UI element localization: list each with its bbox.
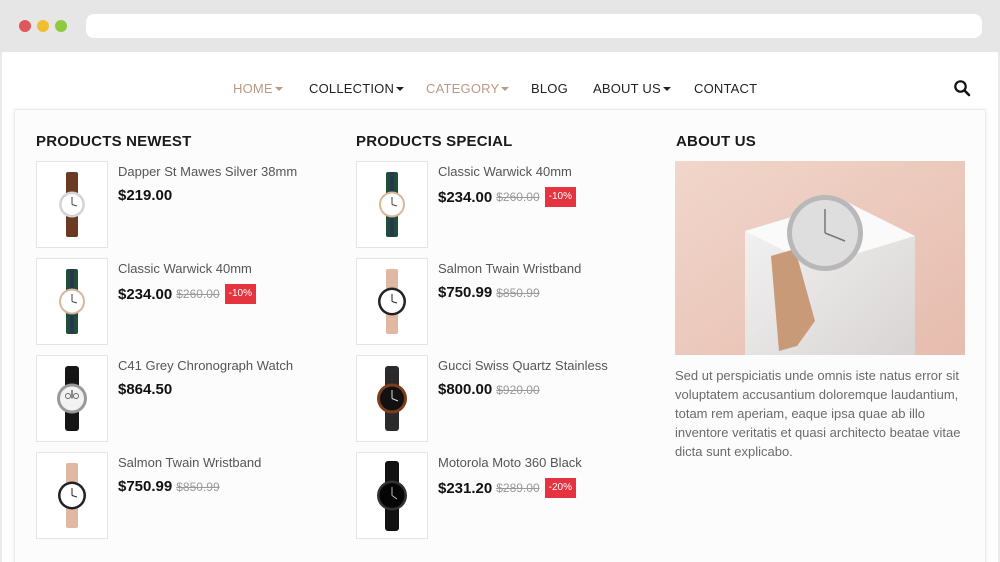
product-price: $750.99 bbox=[118, 478, 173, 495]
mega-menu-dropdown: PRODUCTS NEWEST Dapper St Mawes Silver 3… bbox=[14, 109, 986, 562]
price-row: $750.99 $850.99 bbox=[438, 284, 540, 301]
watch-chronograph-image bbox=[57, 366, 87, 431]
watch-mesh-strap-image bbox=[58, 463, 86, 528]
product-old-price: $260.00 bbox=[176, 287, 220, 301]
product-thumbnail[interactable] bbox=[36, 161, 108, 248]
search-icon[interactable] bbox=[953, 79, 971, 97]
nav-item-label: COLLECTION bbox=[309, 81, 395, 96]
nav-item-label: HOME bbox=[233, 81, 273, 96]
close-window-dot[interactable] bbox=[19, 20, 31, 32]
caret-down-icon bbox=[501, 87, 510, 91]
product-price: $234.00 bbox=[438, 188, 493, 206]
nav-item-about-us[interactable]: ABOUT US bbox=[593, 81, 671, 96]
discount-badge: -20% bbox=[544, 478, 576, 498]
about-us-image bbox=[675, 161, 965, 355]
watch-brown-strap-image bbox=[59, 172, 85, 237]
product-name[interactable]: Salmon Twain Wristband bbox=[438, 261, 581, 276]
product-card[interactable]: Salmon Twain Wristband $750.99 $850.99 bbox=[36, 452, 336, 540]
product-thumbnail[interactable] bbox=[356, 258, 428, 345]
product-name[interactable]: Gucci Swiss Quartz Stainless bbox=[438, 358, 608, 373]
product-name[interactable]: Classic Warwick 40mm bbox=[438, 164, 572, 179]
main-nav: HOME COLLECTION CATEGORY BLOG ABOUT US C… bbox=[2, 52, 998, 108]
price-row: $231.20 $289.00 -20% bbox=[438, 478, 576, 498]
maximize-window-dot[interactable] bbox=[55, 20, 67, 32]
product-old-price: $850.99 bbox=[176, 479, 220, 494]
nav-item-label: BLOG bbox=[531, 81, 568, 96]
page: HOME COLLECTION CATEGORY BLOG ABOUT US C… bbox=[2, 52, 998, 562]
nav-item-label: ABOUT US bbox=[593, 81, 661, 96]
product-price: $219.00 bbox=[118, 187, 173, 204]
nav-item-home[interactable]: HOME bbox=[233, 81, 283, 96]
product-card[interactable]: Classic Warwick 40mm $234.00 $260.00 -10… bbox=[356, 161, 656, 249]
discount-badge: -10% bbox=[224, 284, 256, 304]
nav-item-blog[interactable]: BLOG bbox=[531, 81, 568, 96]
nav-item-label: CONTACT bbox=[694, 81, 758, 96]
product-card[interactable]: Salmon Twain Wristband $750.99 $850.99 bbox=[356, 258, 656, 346]
smartwatch-black-image bbox=[377, 461, 407, 531]
product-card[interactable]: Dapper St Mawes Silver 38mm $219.00 bbox=[36, 161, 336, 249]
price-row: $234.00 $260.00 -10% bbox=[118, 284, 256, 304]
about-us-title: ABOUT US bbox=[676, 133, 756, 150]
caret-down-icon bbox=[396, 87, 405, 91]
products-newest-title: PRODUCTS NEWEST bbox=[36, 133, 192, 150]
about-us-text: Sed ut perspiciatis unde omnis iste natu… bbox=[675, 368, 961, 459]
product-thumbnail[interactable] bbox=[356, 355, 428, 442]
price-row: $219.00 bbox=[118, 187, 172, 204]
product-card[interactable]: Gucci Swiss Quartz Stainless $800.00 $92… bbox=[356, 355, 656, 443]
address-bar[interactable] bbox=[86, 14, 982, 38]
product-price: $864.50 bbox=[118, 381, 173, 398]
product-old-price: $920.00 bbox=[496, 382, 540, 397]
product-thumbnail[interactable] bbox=[36, 452, 108, 539]
product-thumbnail[interactable] bbox=[356, 452, 428, 539]
product-card[interactable]: Motorola Moto 360 Black $231.20 $289.00 … bbox=[356, 452, 656, 540]
price-row: $234.00 $260.00 -10% bbox=[438, 187, 576, 207]
price-row: $750.99 $850.99 bbox=[118, 478, 220, 495]
product-price: $231.20 bbox=[438, 479, 493, 497]
nav-item-contact[interactable]: CONTACT bbox=[694, 81, 757, 96]
watch-black-dial-image bbox=[377, 366, 407, 431]
nav-item-label: CATEGORY bbox=[426, 81, 500, 96]
product-name[interactable]: Salmon Twain Wristband bbox=[118, 455, 261, 470]
product-name[interactable]: Motorola Moto 360 Black bbox=[438, 455, 582, 470]
price-row: $864.50 bbox=[118, 381, 172, 398]
price-row: $800.00 $920.00 bbox=[438, 381, 540, 398]
product-old-price: $289.00 bbox=[496, 481, 540, 495]
product-thumbnail[interactable] bbox=[36, 355, 108, 442]
nav-item-category[interactable]: CATEGORY bbox=[426, 81, 510, 96]
product-name[interactable]: Dapper St Mawes Silver 38mm bbox=[118, 164, 297, 179]
product-card[interactable]: Classic Warwick 40mm $234.00 $260.00 -10… bbox=[36, 258, 336, 346]
caret-down-icon bbox=[662, 87, 671, 91]
product-thumbnail[interactable] bbox=[356, 161, 428, 248]
product-price: $800.00 bbox=[438, 381, 493, 398]
watch-mesh-strap-image bbox=[378, 269, 406, 334]
product-thumbnail[interactable] bbox=[36, 258, 108, 345]
watch-nato-strap-image bbox=[379, 172, 405, 237]
caret-down-icon bbox=[274, 87, 283, 91]
product-name[interactable]: C41 Grey Chronograph Watch bbox=[118, 358, 293, 373]
minimize-window-dot[interactable] bbox=[37, 20, 49, 32]
product-name[interactable]: Classic Warwick 40mm bbox=[118, 261, 252, 276]
product-old-price: $850.99 bbox=[496, 285, 540, 300]
nav-item-collection[interactable]: COLLECTION bbox=[309, 81, 405, 96]
discount-badge: -10% bbox=[544, 187, 576, 207]
products-special-title: PRODUCTS SPECIAL bbox=[356, 133, 513, 150]
product-old-price: $260.00 bbox=[496, 190, 540, 204]
product-price: $234.00 bbox=[118, 285, 173, 303]
product-price: $750.99 bbox=[438, 284, 493, 301]
browser-chrome bbox=[0, 0, 1000, 52]
watch-nato-strap-image bbox=[59, 269, 85, 334]
product-card[interactable]: C41 Grey Chronograph Watch $864.50 bbox=[36, 355, 336, 443]
